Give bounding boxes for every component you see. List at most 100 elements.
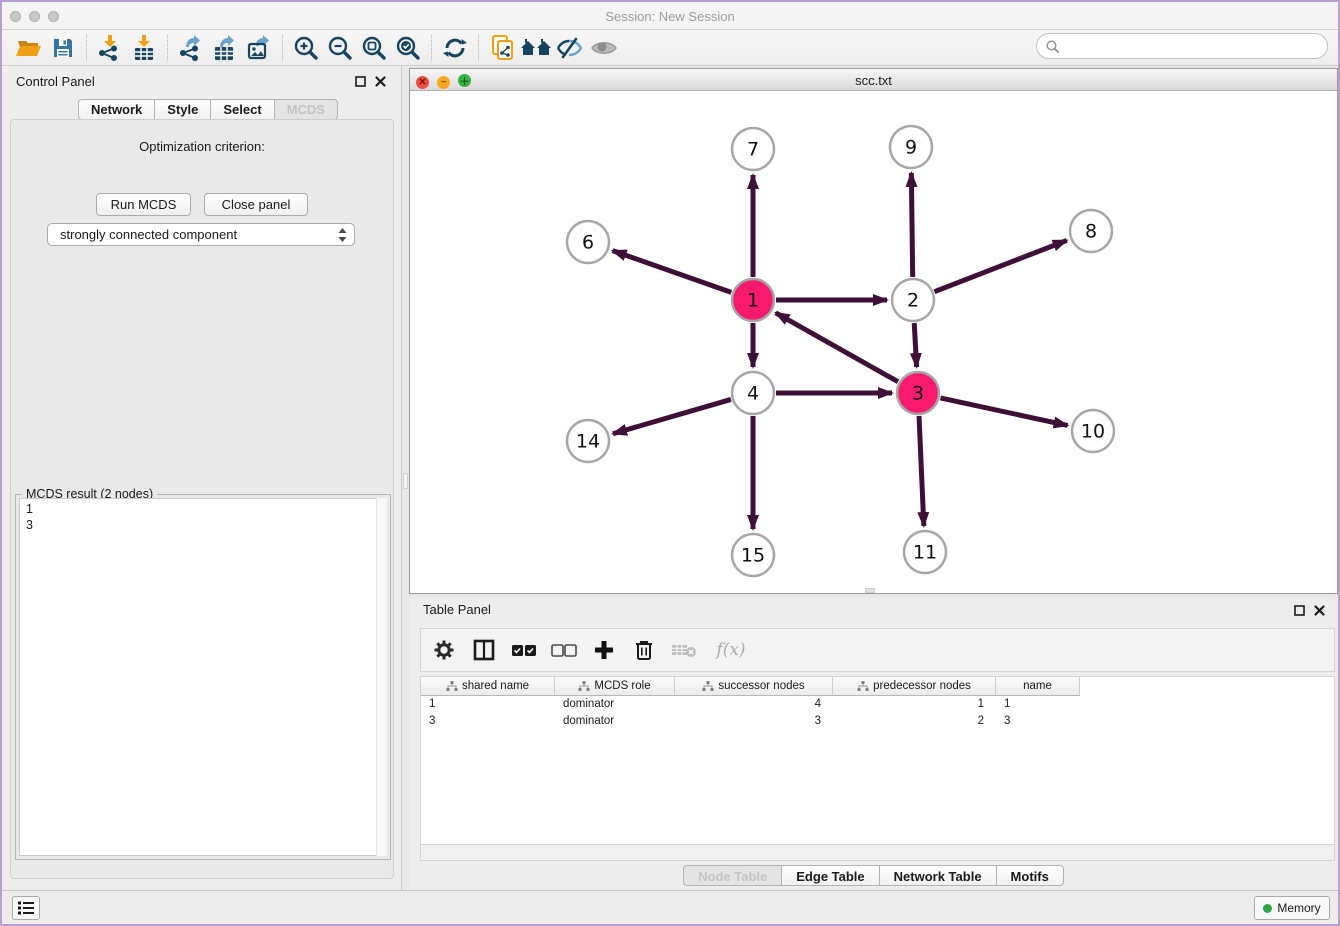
table-cell: 1: [421, 696, 555, 713]
zoom-out-button[interactable]: [323, 33, 357, 63]
graph-node-label: 4: [747, 383, 759, 405]
eye-icon: [590, 38, 618, 58]
graph-edge-3-10[interactable]: [940, 398, 1067, 426]
column-header-name[interactable]: name: [996, 677, 1080, 696]
graph-edge-1-6[interactable]: [613, 251, 732, 293]
table-tab-node-table[interactable]: Node Table: [683, 865, 781, 886]
export-image-button[interactable]: [242, 33, 276, 63]
table-row[interactable]: 3dominator323: [421, 713, 1334, 730]
select-all-columns-button[interactable]: [511, 636, 537, 664]
search-icon: [1045, 39, 1060, 54]
graph-node-label: 6: [582, 232, 594, 254]
run-mcds-button[interactable]: Run MCDS: [96, 193, 191, 216]
save-session-button[interactable]: [46, 33, 80, 63]
graph-edge-2-3[interactable]: [914, 323, 916, 367]
import-table-icon: [131, 34, 157, 62]
graph-edge-3-11[interactable]: [919, 416, 924, 526]
table-cell: 4: [675, 696, 833, 713]
zoom-in-button[interactable]: [289, 33, 323, 63]
column-header-label: MCDS role: [594, 680, 650, 692]
graph-node-label: 1: [747, 290, 759, 312]
table-cell: 1: [996, 696, 1080, 713]
close-panel-icon[interactable]: [374, 75, 387, 88]
control-tab-mcds[interactable]: MCDS: [274, 99, 338, 120]
zoom-selected-icon: [395, 35, 421, 61]
column-header-label: predecessor nodes: [873, 680, 971, 692]
status-bar: Memory: [2, 890, 1338, 924]
unchecked-boxes-icon: [551, 644, 577, 657]
mcds-result-textarea[interactable]: 13: [19, 498, 387, 856]
gear-icon: [433, 639, 455, 661]
column-layout-button[interactable]: [471, 636, 497, 664]
column-header-label: successor nodes: [718, 680, 804, 692]
memory-label: Memory: [1277, 901, 1320, 915]
float-panel-icon[interactable]: [354, 75, 367, 88]
control-panel-title: Control Panel: [16, 74, 95, 89]
refresh-layout-button[interactable]: [438, 33, 472, 63]
hide-selected-button[interactable]: [553, 33, 587, 63]
graph-edge-2-8[interactable]: [934, 240, 1066, 291]
table-panel: Table Panel: [409, 598, 1338, 892]
function-builder-button[interactable]: f(x): [711, 636, 751, 664]
column-header-shared-name[interactable]: shared name: [421, 677, 555, 696]
table-tab-edge-table[interactable]: Edge Table: [781, 865, 878, 886]
show-all-button[interactable]: [587, 33, 621, 63]
table-scrollbar[interactable]: [420, 844, 1335, 861]
trash-icon: [634, 639, 654, 661]
table-cell: 1: [833, 696, 996, 713]
column-header-label: shared name: [462, 680, 529, 692]
network-canvas[interactable]: 7968124314101511: [410, 91, 1337, 593]
import-table-button[interactable]: [127, 33, 161, 63]
mcds-result-line: 1: [26, 501, 380, 517]
first-neighbors-button[interactable]: [519, 33, 553, 63]
column-header-predecessor-nodes[interactable]: predecessor nodes: [833, 677, 996, 696]
deselect-all-columns-button[interactable]: [551, 636, 577, 664]
control-panel: Control Panel NetworkStyleSelectMCDS Opt…: [2, 66, 402, 892]
zoom-selected-button[interactable]: [391, 33, 425, 63]
graph-edge-4-14[interactable]: [613, 399, 731, 433]
clone-network-button[interactable]: [485, 33, 519, 63]
table-tabs: Node TableEdge TableNetwork TableMotifs: [409, 865, 1338, 886]
column-header-MCDS-role[interactable]: MCDS role: [555, 677, 675, 696]
control-tab-network[interactable]: Network: [78, 99, 154, 120]
table-tab-network-table[interactable]: Network Table: [879, 865, 996, 886]
zoom-fit-button[interactable]: [357, 33, 391, 63]
open-session-button[interactable]: [12, 33, 46, 63]
close-panel-button[interactable]: Close panel: [204, 193, 308, 216]
close-panel-icon[interactable]: [1313, 604, 1326, 617]
table-body: 1dominator4113dominator323: [421, 696, 1334, 730]
table-tab-motifs[interactable]: Motifs: [996, 865, 1064, 886]
search-input[interactable]: [1065, 36, 1327, 56]
graph-node-label: 10: [1081, 421, 1105, 443]
add-column-button[interactable]: [591, 636, 617, 664]
result-scrollbar[interactable]: [376, 498, 387, 856]
control-tab-style[interactable]: Style: [154, 99, 210, 120]
float-panel-icon[interactable]: [1293, 604, 1306, 617]
houses-icon: [520, 36, 552, 60]
clone-network-icon: [489, 34, 515, 62]
table-panel-window-icons: [1293, 604, 1326, 617]
optimization-criterion-dropdown[interactable]: strongly connected component: [47, 223, 355, 246]
delete-column-button[interactable]: [631, 636, 657, 664]
import-network-button[interactable]: [93, 33, 127, 63]
delete-table-button[interactable]: [671, 636, 697, 664]
memory-button[interactable]: Memory: [1254, 896, 1330, 920]
checked-boxes-icon: [511, 644, 537, 657]
table-settings-button[interactable]: [431, 636, 457, 664]
search-box[interactable]: [1036, 33, 1328, 59]
task-history-button[interactable]: [12, 896, 40, 920]
graph-edge-2-9[interactable]: [911, 173, 912, 277]
refresh-icon: [442, 35, 468, 61]
column-header-successor-nodes[interactable]: successor nodes: [675, 677, 833, 696]
export-network-button[interactable]: [174, 33, 208, 63]
graph-node-label: 7: [747, 139, 759, 161]
table-header-row: shared name MCDS role successor nodes prede…: [421, 677, 1334, 696]
table-toolbar: f(x): [420, 628, 1335, 672]
panel-divider-grip[interactable]: [403, 473, 408, 489]
table-row[interactable]: 1dominator411: [421, 696, 1334, 713]
export-table-button[interactable]: [208, 33, 242, 63]
control-tab-select[interactable]: Select: [210, 99, 273, 120]
graph-edge-3-1[interactable]: [776, 313, 898, 382]
toolbar-separator: [167, 35, 168, 61]
canvas-scrollbar-grip[interactable]: [865, 588, 875, 593]
